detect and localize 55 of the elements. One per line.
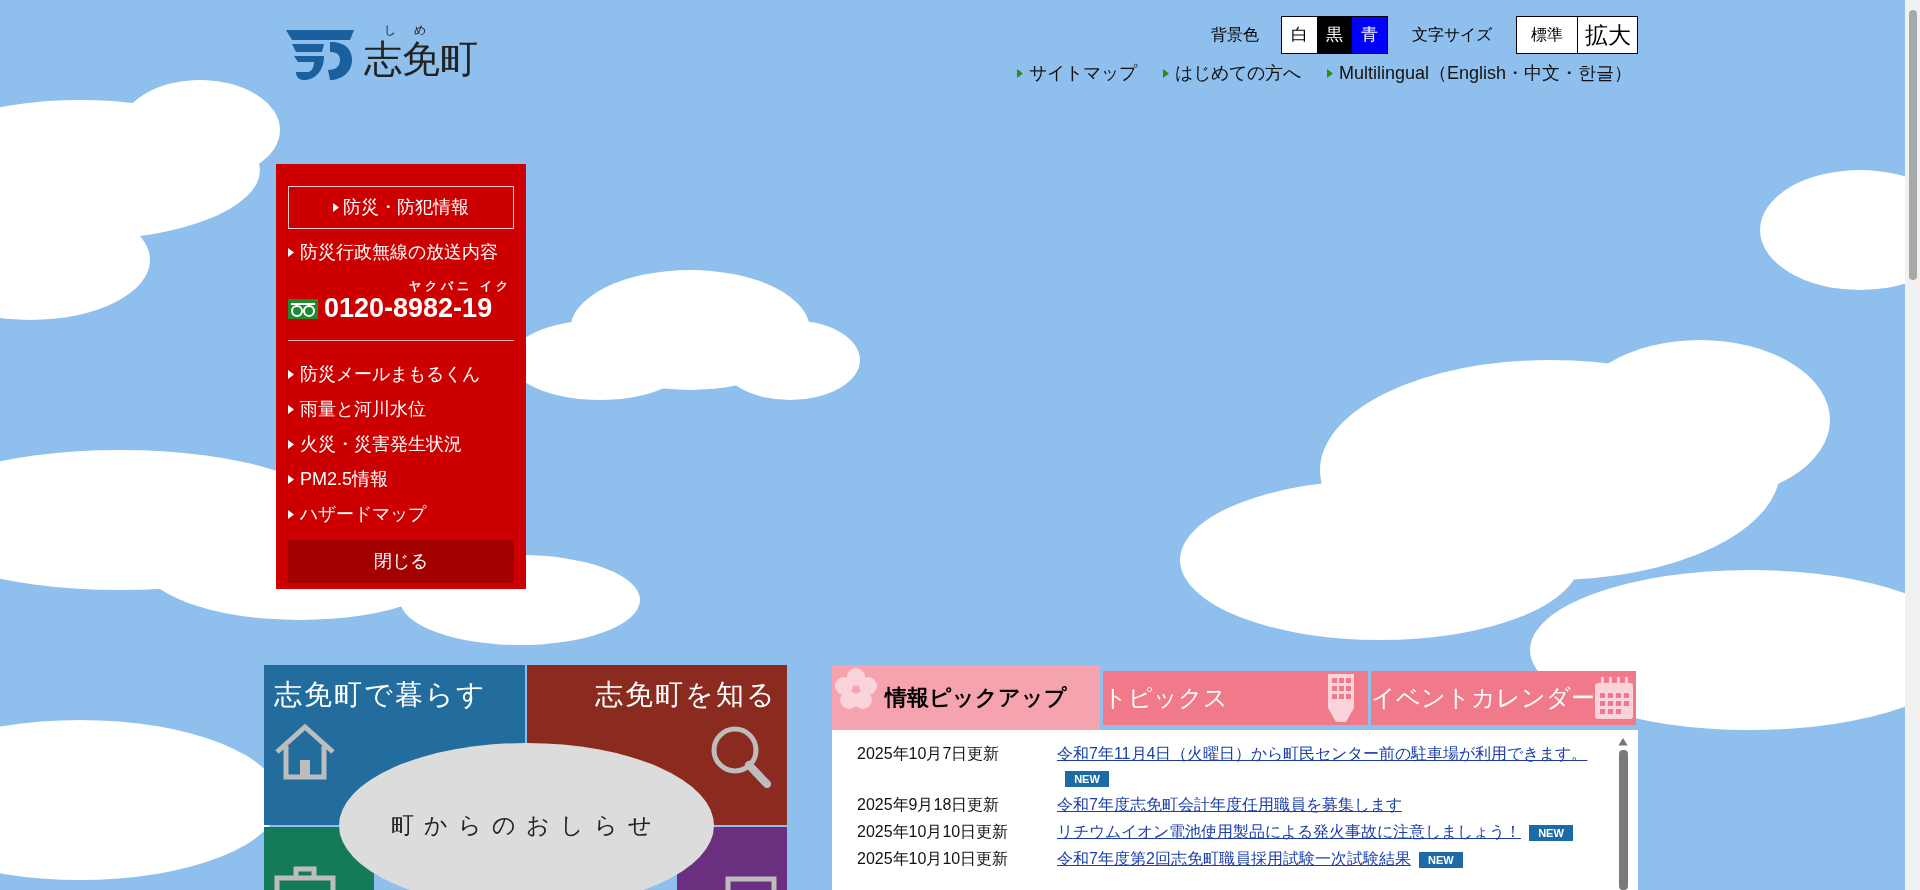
close-button[interactable]: 閉じる [288, 539, 514, 583]
triangle-icon [1016, 69, 1023, 78]
triangle-icon [288, 439, 294, 449]
disaster-link[interactable]: ハザードマップ [288, 496, 514, 532]
background-color-label: 背景色 [1211, 25, 1259, 45]
disaster-link[interactable]: 火災・災害発生状況 [288, 426, 514, 462]
phone-reading: ヤクバニ イク [408, 280, 513, 292]
disaster-info-heading[interactable]: 防災・防犯情報 [288, 186, 514, 229]
tab[interactable]: 情報ピックアップ [832, 665, 1100, 730]
font-size-button[interactable]: 標準 [1517, 17, 1577, 53]
triangle-icon [288, 248, 294, 257]
calendar-icon [1595, 677, 1633, 719]
font-size-button[interactable]: 拡大 [1577, 17, 1637, 53]
triangle-icon [288, 474, 294, 484]
ruby-text: め [414, 24, 426, 36]
background-color-button[interactable]: 黒 [1317, 17, 1352, 53]
font-size-label: 文字サイズ [1412, 25, 1492, 45]
new-badge: NEW [1418, 851, 1463, 868]
search-icon [709, 724, 771, 788]
news-link[interactable]: 令和7年度第2回志免町職員採用試験一次試験結果 NEW [1057, 847, 1610, 871]
news-date: 2025年10月7日更新 [857, 744, 1001, 764]
page-scrollbar[interactable] [1905, 0, 1920, 890]
town-name[interactable]: 志免町 [364, 36, 478, 84]
triangle-icon [1326, 69, 1333, 78]
disaster-link[interactable]: 防災行政無線の放送内容 [288, 235, 514, 270]
triangle-icon [288, 369, 294, 379]
triangle-icon [333, 203, 339, 212]
disaster-link[interactable]: 雨量と河川水位 [288, 391, 514, 427]
news-scrollbar[interactable] [1616, 738, 1630, 890]
header-link[interactable]: サイトマップ [1016, 60, 1137, 87]
news-date: 2025年10月10日更新 [857, 849, 1010, 869]
background-color-button[interactable]: 白 [1282, 17, 1317, 53]
disaster-link[interactable]: PM2.5情報 [288, 461, 514, 497]
news-date: 2025年10月10日更新 [857, 822, 1010, 842]
flower-icon [834, 667, 878, 711]
header-link[interactable]: Multilingual（English・中文・한글） [1326, 60, 1632, 87]
header-link[interactable]: はじめての方へ [1162, 60, 1301, 87]
triangle-icon [288, 404, 294, 414]
triangle-icon [288, 509, 294, 519]
news-link[interactable]: 令和7年11月4日（火曜日）から町民センター前の駐車場が利用できます。 NEW [1057, 742, 1610, 790]
phone-number[interactable]: 0120-8982-19 [324, 292, 493, 326]
news-link[interactable]: 令和7年度志免町会計年度任用職員を募集します [1057, 793, 1610, 817]
monitor-icon [725, 876, 777, 890]
disaster-link[interactable]: 防災メールまもるくん [288, 356, 514, 392]
news-date: 2025年9月18日更新 [857, 795, 1001, 815]
house-icon [274, 724, 336, 780]
toll-free-icon [288, 298, 318, 319]
triangle-icon [1162, 69, 1169, 78]
ruby-text: し [384, 24, 396, 36]
scroll-up-icon[interactable] [1618, 738, 1628, 746]
new-badge: NEW [1529, 824, 1573, 841]
new-badge: NEW [1065, 770, 1109, 787]
news-link[interactable]: リチウムイオン電池使用製品による発火事故に注意しましょう！ NEW [1057, 820, 1610, 844]
briefcase-icon [274, 866, 336, 890]
background-color-button[interactable]: 青 [1352, 17, 1387, 53]
